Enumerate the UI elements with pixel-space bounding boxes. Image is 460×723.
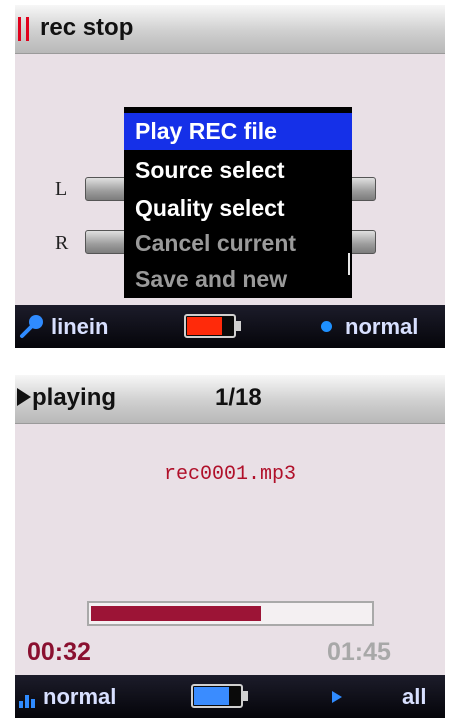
playback-screen: playing 1/18 rec0001.mp3 00:32 01:45 nor… <box>15 375 445 718</box>
progress-fill <box>91 606 261 621</box>
menu-item-quality-select[interactable]: Quality select <box>124 190 352 227</box>
record-quality-label: normal <box>345 314 419 339</box>
track-filename: rec0001.mp3 <box>163 463 297 486</box>
dot-icon <box>321 321 332 332</box>
microphone-icon <box>20 315 43 338</box>
battery-level <box>194 687 229 705</box>
progress-bar[interactable] <box>87 601 374 626</box>
repeat-play-icon <box>332 691 342 703</box>
equalizer-icon <box>19 690 39 708</box>
equalizer-mode-label: normal <box>43 684 117 709</box>
repeat-mode-label: all <box>402 684 427 709</box>
record-title-bar: rec stop <box>15 5 445 54</box>
playback-status-title: playing <box>32 384 117 411</box>
playback-title-bar: playing 1/18 <box>15 375 445 424</box>
record-status-title: rec stop <box>40 14 134 41</box>
menu-item-play-rec-file[interactable]: Play REC file <box>124 113 352 150</box>
left-channel-label: L <box>55 178 68 200</box>
right-channel-label: R <box>55 232 69 254</box>
pause-icon <box>17 17 31 41</box>
track-counter: 1/18 <box>215 384 262 411</box>
menu-scroll-cursor <box>348 253 350 275</box>
total-time: 01:45 <box>327 638 391 666</box>
record-status-bar: linein normal <box>15 305 445 348</box>
record-screen: rec stop L R Play REC file Source select… <box>15 5 445 348</box>
record-options-menu: Play REC file Source select Quality sele… <box>124 107 352 298</box>
menu-item-source-select[interactable]: Source select <box>124 152 352 189</box>
play-icon <box>17 388 31 406</box>
playback-status-bar: normal all <box>15 675 445 718</box>
menu-item-cancel-current[interactable]: Cancel current <box>124 225 352 262</box>
battery-level <box>187 317 222 335</box>
battery-icon <box>191 684 248 708</box>
battery-icon <box>184 314 241 338</box>
elapsed-time: 00:32 <box>27 638 91 666</box>
input-source-label: linein <box>51 314 109 339</box>
menu-item-save-and-new[interactable]: Save and new <box>124 261 352 298</box>
